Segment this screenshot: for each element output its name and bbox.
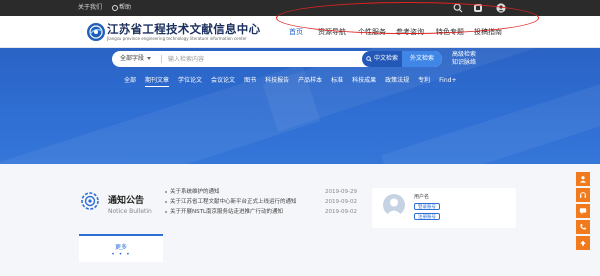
chinese-search-button[interactable]: 中文检索 [362,51,402,67]
search-input[interactable] [168,53,368,65]
category-thesis[interactable]: 学位论文 [178,76,202,87]
category-journal[interactable]: 期刊文章 [145,76,170,87]
help-icon [112,4,118,11]
bullet-icon [165,200,167,203]
notice-title: 通知公告 [108,196,145,206]
help-label: 帮助 [119,4,132,11]
knowledge-link[interactable]: 知识脉络 [452,59,476,67]
headset-icon [579,192,587,198]
category-patents[interactable]: 专利 [418,76,430,87]
search-scope-label: 全部字段 [120,55,145,62]
user-name: 用户名 [414,194,430,200]
category-find-plus[interactable]: Find+ [439,76,456,87]
chinese-search-label: 中文检索 [373,55,398,62]
site-header: 江苏省工程技术文献信息中心 Jiangsu province engineeri… [0,16,600,48]
nav-item-topics[interactable]: 特色专题 [436,16,464,48]
arrow-up-icon [580,240,586,246]
user-icon[interactable] [496,3,506,13]
advanced-search-link[interactable]: 高级检索 [452,51,476,59]
category-policies[interactable]: 政策法规 [385,76,409,87]
help-link[interactable]: 帮助 [112,3,131,13]
search-divider [161,55,162,63]
nav-item-consult[interactable]: 参考咨询 [384,16,436,48]
main-nav: 首页 资源导航 个性服务 参考咨询 特色专题 投稿指南 [286,16,514,48]
avatar [383,194,405,216]
register-button[interactable]: 注册账号 [414,213,440,220]
float-button-phone[interactable] [576,220,590,234]
notice-item-date: 2019-09-29 [325,189,357,195]
nav-item-personal[interactable]: 个性服务 [358,16,386,48]
category-achievements[interactable]: 科技成果 [352,76,376,87]
list-item[interactable]: 关于系统维护的通知 2019-09-29 [165,187,361,197]
category-books[interactable]: 图书 [244,76,256,87]
more-dots: • • • [111,251,131,258]
list-item[interactable]: 关于江苏省工程文献中心新平台正式上线运行的通知 2019-09-02 [165,197,361,207]
float-button-top[interactable] [576,236,590,250]
nav-item-guide[interactable]: 投稿指南 [462,16,514,48]
bullet-icon [165,190,167,193]
notice-more-link[interactable]: 更多 [79,242,163,251]
chat-icon [579,208,587,215]
notice-item-title: 关于系统维护的通知 [170,189,220,195]
about-link[interactable]: 关于我们 [78,3,102,13]
category-standards[interactable]: 标准 [331,76,343,87]
notice-item-title: 关于江苏省工程文献中心新平台正式上线运行的通知 [170,199,297,205]
site-subtitle: Jiangsu province engineering technology … [107,36,247,41]
category-samples[interactable]: 产品样本 [298,76,322,87]
search-icon [366,55,372,62]
category-all[interactable]: 全部 [124,76,136,87]
phone-icon [580,223,587,230]
search-categories: 全部 期刊文章 学位论文 会议论文 图书 科技报告 产品样本 标准 科技成果 政… [124,76,466,87]
notice-bulletin-icon [81,192,99,210]
bookshelf-icon[interactable] [473,3,483,13]
float-button-chat[interactable] [576,204,590,218]
nav-item-home[interactable]: 首页 [286,16,306,48]
page: 关于我们 帮助 江苏省工程技术文献信息中心 Jiangsu province e… [0,0,600,276]
float-button-service[interactable] [576,188,590,202]
float-button-user[interactable] [576,172,590,186]
category-reports[interactable]: 科技报告 [265,76,289,87]
login-button[interactable]: 登录账号 [414,203,440,210]
chevron-down-icon [147,57,152,60]
site-title: 江苏省工程技术文献信息中心 [107,22,261,36]
notice-title-en: Notice Bulletin [108,208,152,215]
notice-item-date: 2019-09-02 [325,199,357,205]
top-bar: 关于我们 帮助 [0,0,600,16]
notice-item-title: 关于开展NSTL南京服务站走进推广行动的通知 [170,209,284,215]
bullet-icon [165,210,167,213]
person-icon [579,176,587,183]
notice-more-box: 更多 • • • [79,234,163,262]
search-icon[interactable] [453,3,463,13]
search-scope-select[interactable]: 全部字段 [120,51,152,67]
site-logo-icon [87,23,105,41]
list-item[interactable]: 关于开展NSTL南京服务站走进推广行动的通知 2019-09-02 [165,207,361,217]
category-conference[interactable]: 会议论文 [211,76,235,87]
notice-list: 关于系统维护的通知 2019-09-29 关于江苏省工程文献中心新平台正式上线运… [165,187,361,217]
user-avatar-icon [386,198,402,216]
notice-item-date: 2019-09-02 [325,209,357,215]
nav-item-resources[interactable]: 资源导航 [306,16,358,48]
foreign-search-button[interactable]: 外文检索 [402,51,442,67]
